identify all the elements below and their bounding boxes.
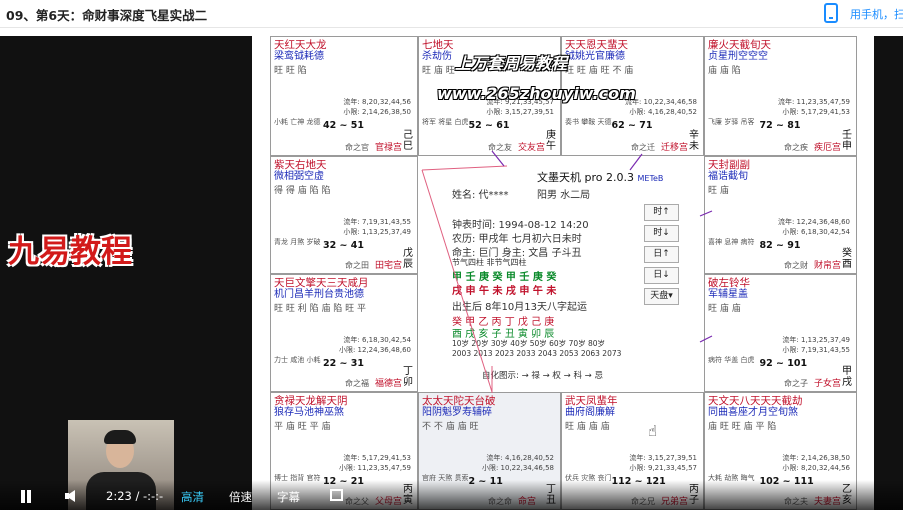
watermark-url: www.265zhouyiw.com (437, 84, 636, 103)
video-player[interactable]: 天红天大龙 梁鸾钺耗德旺 旺 陷流年: 8,20,32,44,56 小限: 2,14… (0, 36, 903, 510)
watermark-title: 上万套周易教程 (455, 54, 568, 73)
pause-icon[interactable] (20, 490, 32, 503)
volume-icon[interactable] (65, 490, 75, 502)
subtitle-button[interactable]: 字幕 (277, 489, 300, 505)
page-title: 09、第6天：命财事深度飞星实战二 (6, 8, 208, 23)
left-banner: 九易教程 (8, 234, 132, 270)
top-bar: 09、第6天：命财事深度飞星实战二 用手机，扫 (0, 0, 903, 28)
fullscreen-icon[interactable] (330, 489, 343, 501)
ziwei-chart: 天红天大龙 梁鸾钺耗德旺 旺 陷流年: 8,20,32,44,56 小限: 2,14… (252, 36, 874, 510)
phone-icon[interactable] (824, 3, 838, 23)
time-display: 2:23 / -:-:- (106, 489, 164, 503)
phone-scan-link[interactable]: 用手机，扫 (850, 6, 903, 22)
flying-star-arrows (421, 150, 713, 393)
cursor-hand-icon: ☝ (648, 422, 658, 440)
presenter-hair (104, 430, 136, 444)
speed-button[interactable]: 倍速 (229, 489, 252, 505)
quality-button[interactable]: 高清 (181, 489, 204, 505)
player-controls: 2:23 / -:-:- 高清 倍速 字幕 (0, 480, 903, 510)
